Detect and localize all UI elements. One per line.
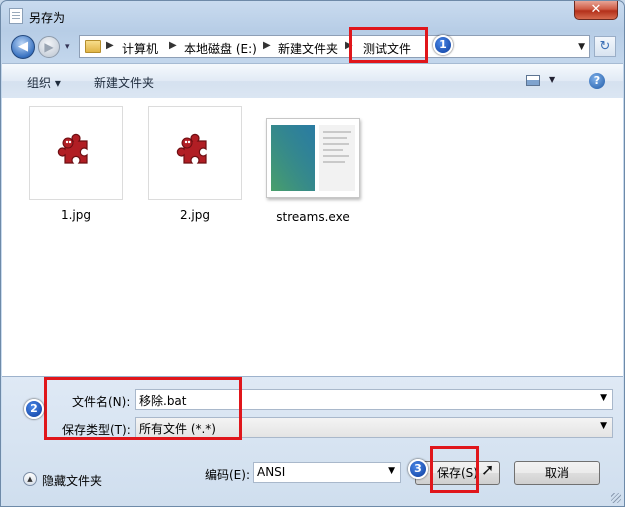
breadcrumb-new-folder[interactable]: 新建文件夹 bbox=[278, 40, 338, 57]
encoding-select[interactable]: ANSI ▼ bbox=[253, 462, 401, 483]
cancel-button[interactable]: 取消 bbox=[514, 461, 600, 485]
breadcrumb-separator-icon[interactable]: ▶ bbox=[345, 40, 353, 51]
filetype-select[interactable]: 所有文件 (*.*) ▼ bbox=[135, 417, 613, 438]
step-badge-3: 3 bbox=[408, 459, 428, 479]
view-dropdown-icon[interactable]: ▼ bbox=[549, 75, 555, 84]
history-dropdown-icon[interactable]: ▾ bbox=[65, 43, 75, 52]
view-options-icon[interactable] bbox=[526, 75, 540, 86]
puzzle-image-icon bbox=[176, 133, 207, 164]
breadcrumb-local-disk[interactable]: 本地磁盘 (E:) bbox=[184, 40, 257, 57]
filetype-label: 保存类型(T): bbox=[62, 423, 131, 437]
address-dropdown-icon[interactable]: ▼ bbox=[578, 42, 585, 52]
breadcrumb-test-files[interactable]: 测试文件 bbox=[363, 40, 411, 57]
file-name: streams.exe bbox=[276, 210, 350, 224]
file-thumbnail bbox=[148, 106, 242, 200]
exe-window-icon bbox=[266, 118, 360, 198]
step-badge-1: 1 bbox=[433, 35, 453, 55]
filename-value: 移除.bat bbox=[139, 394, 187, 408]
navigation-bar: ◀ ▶ ▾ ▶ 计算机 ▶ 本地磁盘 (E:) ▶ 新建文件夹 ▶ 测试文件 ▼… bbox=[1, 31, 624, 61]
address-bar[interactable]: ▶ 计算机 ▶ 本地磁盘 (E:) ▶ 新建文件夹 ▶ 测试文件 ▼ bbox=[79, 35, 590, 58]
file-list[interactable]: 1.jpg 2.jpg streams.exe bbox=[2, 98, 623, 376]
chevron-up-icon[interactable]: ▲ bbox=[23, 472, 37, 486]
breadcrumb-separator-icon[interactable]: ▶ bbox=[169, 40, 177, 51]
filename-label: 文件名(N): bbox=[72, 395, 131, 409]
breadcrumb-separator-icon[interactable]: ▶ bbox=[263, 40, 271, 51]
close-button[interactable]: ✕ bbox=[574, 1, 618, 20]
save-as-dialog: 另存为 ✕ ◀ ▶ ▾ ▶ 计算机 ▶ 本地磁盘 (E:) ▶ 新建文件夹 ▶ … bbox=[0, 0, 625, 507]
new-folder-button[interactable]: 新建文件夹 bbox=[94, 74, 154, 91]
title-bar[interactable]: 另存为 ✕ bbox=[1, 1, 624, 31]
forward-button[interactable]: ▶ bbox=[38, 36, 60, 58]
filetype-value: 所有文件 (*.*) bbox=[139, 422, 216, 436]
encoding-label: 编码(E): bbox=[205, 468, 250, 482]
refresh-button[interactable]: ↻ bbox=[594, 36, 616, 57]
organize-menu[interactable]: 组织 ▾ bbox=[27, 74, 61, 91]
encoding-value: ANSI bbox=[257, 465, 286, 479]
help-icon[interactable]: ? bbox=[589, 73, 605, 89]
back-button[interactable]: ◀ bbox=[11, 35, 35, 59]
resize-grip[interactable] bbox=[611, 493, 621, 503]
file-name: 1.jpg bbox=[60, 208, 92, 222]
notepad-icon bbox=[9, 8, 23, 24]
file-item[interactable]: 1.jpg bbox=[26, 106, 126, 222]
command-toolbar: 组织 ▾ 新建文件夹 ▼ ? bbox=[2, 63, 623, 99]
window-title: 另存为 bbox=[29, 11, 66, 25]
chevron-down-icon[interactable]: ▼ bbox=[600, 421, 607, 431]
save-button-label: 保存(S) bbox=[437, 466, 478, 480]
filename-field[interactable]: 移除.bat ▼ bbox=[135, 389, 613, 410]
breadcrumb-separator-icon[interactable]: ▶ bbox=[106, 40, 114, 51]
chevron-down-icon[interactable]: ▼ bbox=[600, 393, 607, 403]
hide-folders-toggle[interactable]: 隐藏文件夹 bbox=[42, 472, 102, 489]
file-thumbnail bbox=[29, 106, 123, 200]
folder-icon bbox=[85, 40, 101, 53]
puzzle-image-icon bbox=[57, 133, 88, 164]
step-badge-2: 2 bbox=[24, 399, 44, 419]
mouse-cursor-icon: ➚ bbox=[481, 460, 495, 479]
file-name: 2.jpg bbox=[179, 208, 211, 222]
file-item[interactable]: streams.exe bbox=[263, 106, 363, 224]
save-options-panel: 文件名(N): 移除.bat ▼ 保存类型(T): 所有文件 (*.*) ▼ ▲… bbox=[2, 376, 623, 506]
file-item[interactable]: 2.jpg bbox=[145, 106, 245, 222]
breadcrumb-computer[interactable]: 计算机 bbox=[122, 40, 158, 57]
chevron-down-icon[interactable]: ▼ bbox=[388, 466, 395, 476]
